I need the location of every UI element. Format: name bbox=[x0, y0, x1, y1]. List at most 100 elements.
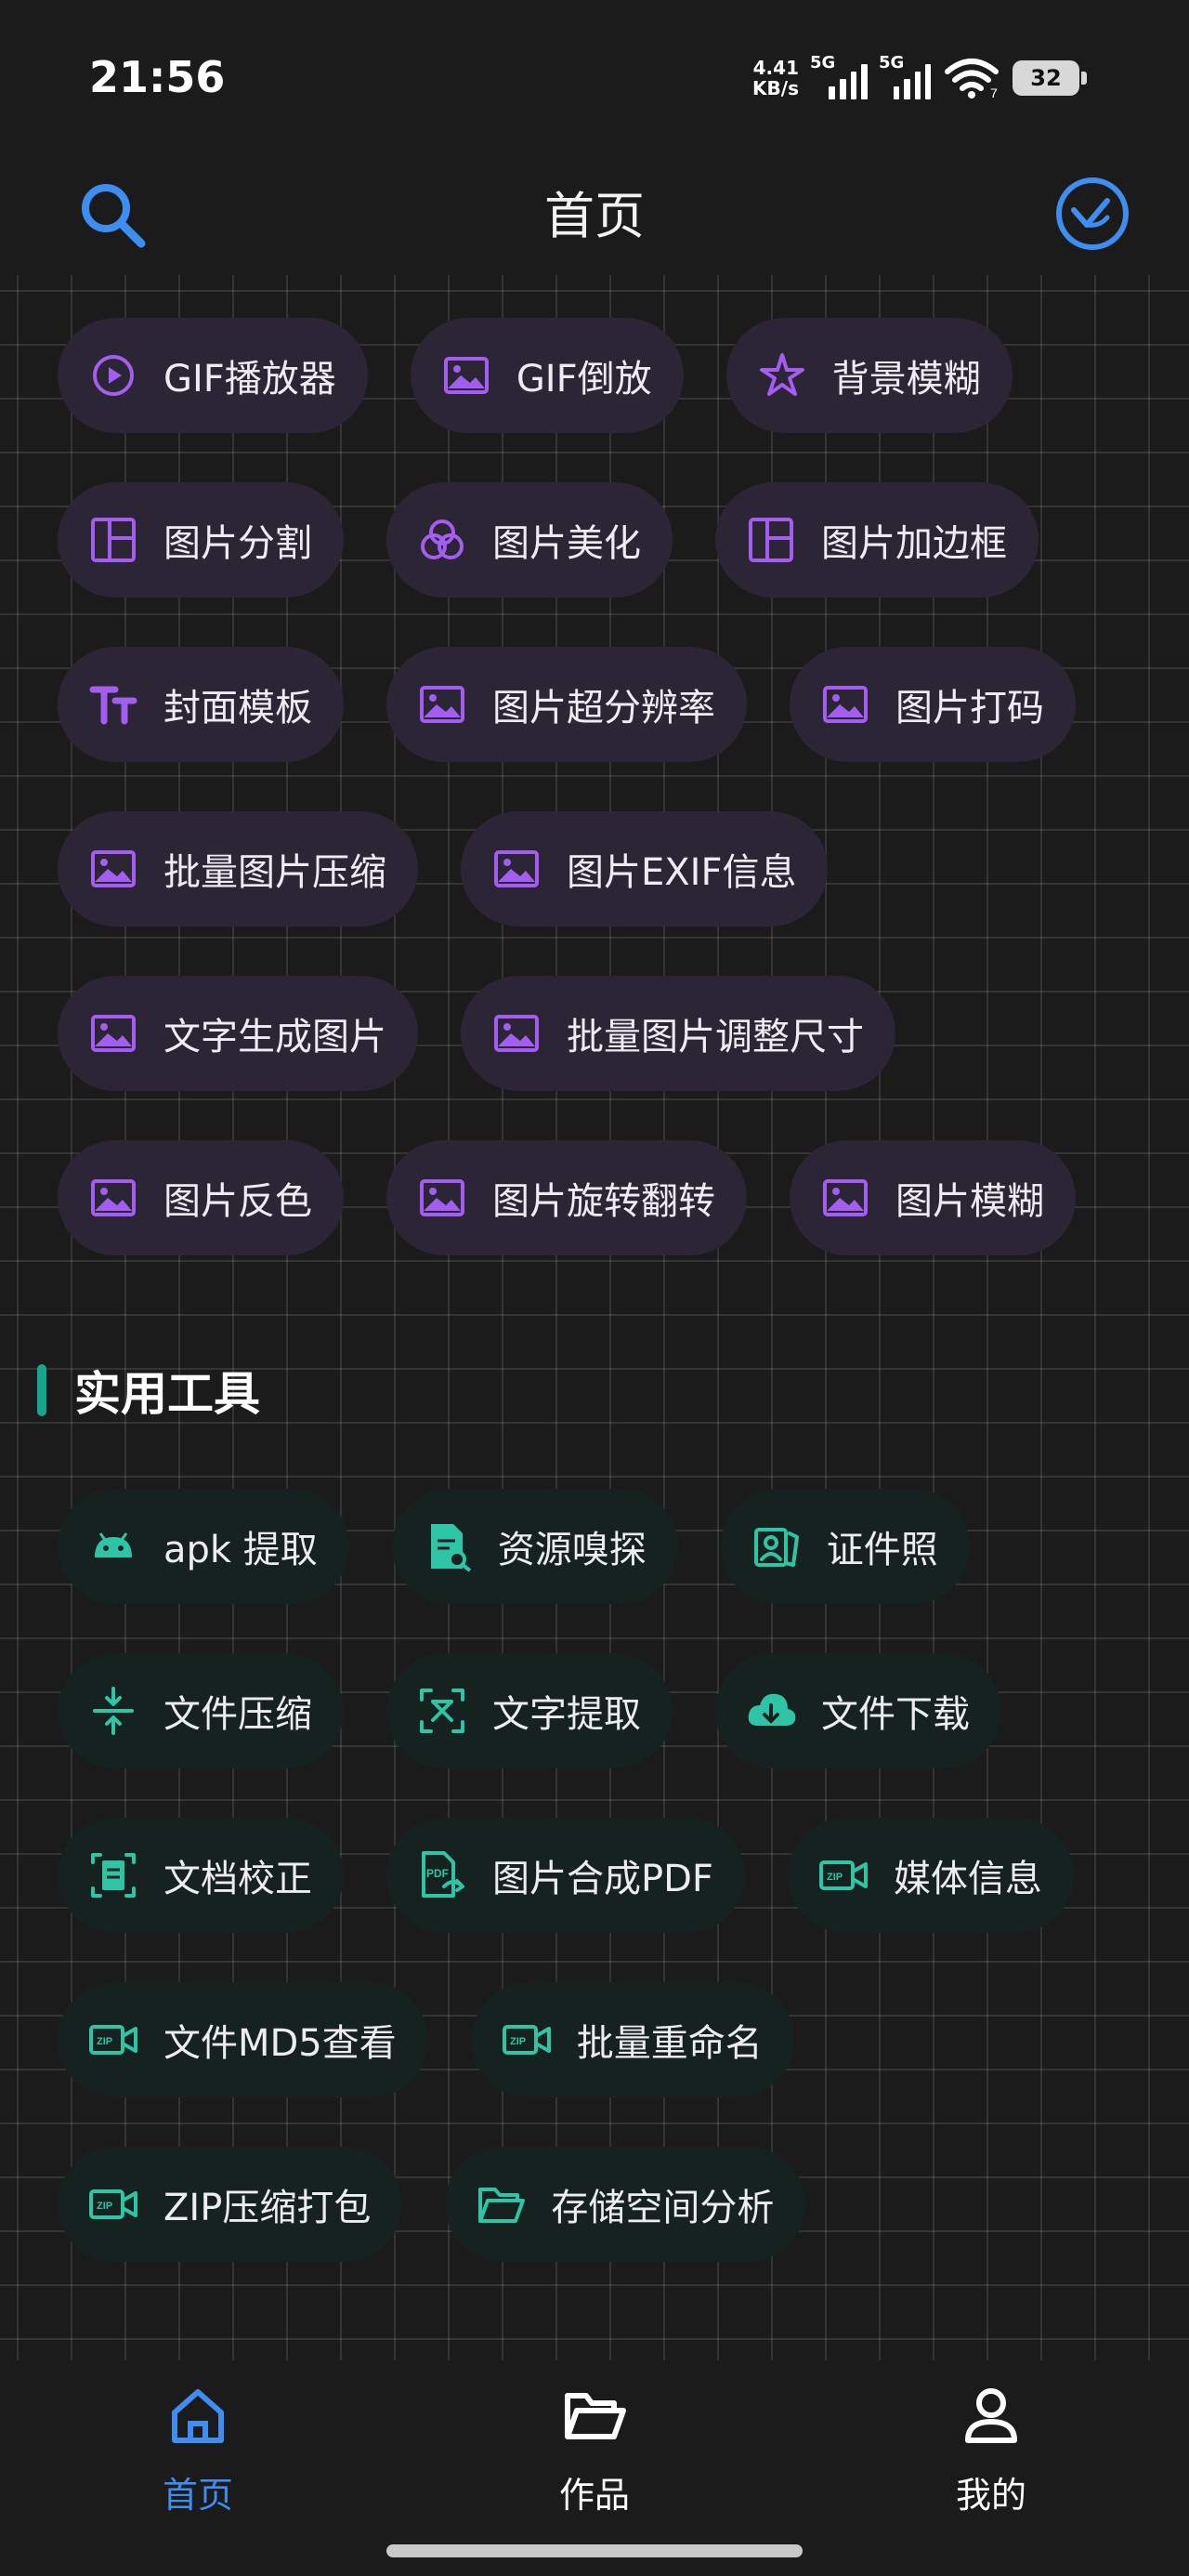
network-speed: 4.41 KB/s bbox=[752, 57, 799, 99]
utility-tool-row: 文档校正 PDF 图片合成PDF ZIP 媒体信息 bbox=[58, 1818, 1074, 1935]
utility-tool-chip[interactable]: 文件压缩 bbox=[58, 1653, 344, 1768]
svg-text:ZIP: ZIP bbox=[97, 2036, 112, 2047]
vip-badge-icon[interactable] bbox=[1052, 173, 1133, 255]
utility-tool-chip[interactable]: 存储空间分析 bbox=[445, 2147, 806, 2262]
image-tool-chip[interactable]: GIF倒放 bbox=[410, 318, 684, 433]
utility-tool-chip[interactable]: ZIP 媒体信息 bbox=[787, 1818, 1074, 1933]
chip-label: 背景模糊 bbox=[831, 358, 981, 401]
chip-label: 文档校正 bbox=[163, 1858, 312, 1900]
app-header: 首页 bbox=[0, 139, 1189, 275]
svg-text:ZIP: ZIP bbox=[97, 2201, 112, 2212]
text-icon bbox=[87, 678, 139, 730]
image-tool-chip[interactable]: 图片EXIF信息 bbox=[461, 811, 829, 927]
video-zip-icon: ZIP bbox=[501, 2014, 553, 2066]
chip-label: 图片美化 bbox=[492, 522, 641, 565]
image-tools-list: GIF播放器 GIF倒放 背景模糊 图片分割 图片美化 图片加边框 封面模板 图片超分辨率 图片… bbox=[58, 318, 1076, 1305]
chip-label: 图片分割 bbox=[163, 522, 312, 565]
image-tool-row: 文字生成图片 批量图片调整尺寸 bbox=[58, 976, 1076, 1093]
chip-label: 文件MD5查看 bbox=[163, 2022, 397, 2065]
image-tool-chip[interactable]: 图片旋转翻转 bbox=[386, 1140, 747, 1255]
signal-sim1-icon: 5G bbox=[810, 53, 868, 99]
image-icon bbox=[490, 843, 542, 895]
image-tool-chip[interactable]: 图片分割 bbox=[58, 482, 344, 598]
chip-label: 证件照 bbox=[826, 1529, 938, 1571]
svg-text:ZIP: ZIP bbox=[510, 2036, 526, 2047]
text-scan-icon bbox=[416, 1685, 468, 1737]
status-bar: 21:56 4.41 KB/s 5G 5G 7 32 bbox=[0, 0, 1189, 139]
utility-tool-chip[interactable]: ZIP 批量重命名 bbox=[470, 1982, 794, 2097]
image-tool-chip[interactable]: 封面模板 bbox=[58, 647, 344, 762]
utility-tool-chip[interactable]: 资源嗅探 bbox=[391, 1489, 678, 1604]
chip-label: 批量重命名 bbox=[576, 2022, 763, 2065]
utility-tool-chip[interactable]: 文档校正 bbox=[58, 1818, 344, 1933]
chip-label: 存储空间分析 bbox=[551, 2187, 775, 2229]
image-icon bbox=[416, 678, 468, 730]
image-tool-chip[interactable]: 图片加边框 bbox=[715, 482, 1039, 598]
id-photo-icon bbox=[751, 1520, 803, 1572]
utility-tool-chip[interactable]: ZIP ZIP压缩打包 bbox=[58, 2147, 403, 2262]
chip-label: GIF倒放 bbox=[516, 358, 652, 401]
image-tool-chip[interactable]: 图片打码 bbox=[790, 647, 1076, 762]
user-icon bbox=[965, 2388, 1017, 2443]
chip-label: 图片合成PDF bbox=[492, 1858, 713, 1900]
svg-text:PDF: PDF bbox=[426, 1867, 449, 1880]
home-indicator bbox=[386, 2544, 803, 2557]
image-tool-row: 批量图片压缩 图片EXIF信息 bbox=[58, 811, 1076, 928]
image-tool-chip[interactable]: 图片超分辨率 bbox=[386, 647, 747, 762]
split-icon bbox=[87, 514, 139, 566]
utility-tool-row: ZIP 文件MD5查看 ZIP 批量重命名 bbox=[58, 1982, 1074, 2099]
utility-tool-row: apk 提取 资源嗅探 证件照 bbox=[58, 1489, 1074, 1606]
chip-label: 图片旋转翻转 bbox=[492, 1180, 715, 1223]
cloud-download-icon bbox=[745, 1685, 797, 1737]
page-title: 首页 bbox=[544, 187, 645, 245]
chip-label: 图片EXIF信息 bbox=[567, 851, 797, 894]
utility-tool-chip[interactable]: ZIP 文件MD5查看 bbox=[58, 1982, 428, 2097]
image-tool-chip[interactable]: 图片模糊 bbox=[790, 1140, 1076, 1255]
image-icon bbox=[490, 1007, 542, 1059]
chip-label: 封面模板 bbox=[163, 687, 312, 729]
image-tool-chip[interactable]: GIF播放器 bbox=[58, 318, 368, 433]
status-icons: 4.41 KB/s 5G 5G 7 32 bbox=[752, 52, 1087, 104]
utility-tools-list: apk 提取 资源嗅探 证件照文件压缩 文字提取 文件下载文档校正 PDF 图片合成PDF Z… bbox=[58, 1489, 1074, 2311]
image-tool-chip[interactable]: 背景模糊 bbox=[725, 318, 1013, 433]
svg-text:ZIP: ZIP bbox=[827, 1872, 843, 1883]
video-zip-icon: ZIP bbox=[87, 2178, 139, 2230]
chip-label: 图片加边框 bbox=[821, 522, 1007, 565]
chip-label: 图片模糊 bbox=[895, 1180, 1044, 1223]
image-tool-chip[interactable]: 文字生成图片 bbox=[58, 976, 418, 1091]
image-icon bbox=[440, 349, 492, 401]
chip-label: 媒体信息 bbox=[893, 1858, 1042, 1900]
sparkle-icon bbox=[756, 349, 808, 401]
chip-label: 文件下载 bbox=[821, 1693, 970, 1736]
nav-item-works[interactable]: 作品 bbox=[483, 2383, 706, 2517]
image-tool-row: 图片反色 图片旋转翻转 图片模糊 bbox=[58, 1140, 1076, 1257]
image-tool-chip[interactable]: 批量图片压缩 bbox=[58, 811, 418, 927]
utility-tool-chip[interactable]: 文字提取 bbox=[386, 1653, 673, 1768]
utility-tool-row: 文件压缩 文字提取 文件下载 bbox=[58, 1653, 1074, 1770]
section-title: 实用工具 bbox=[74, 1367, 260, 1421]
section-accent-bar bbox=[37, 1364, 46, 1416]
utility-tool-chip[interactable]: 文件下载 bbox=[715, 1653, 1001, 1768]
video-zip-icon: ZIP bbox=[817, 1849, 869, 1901]
folder-icon bbox=[475, 2178, 527, 2230]
image-tool-chip[interactable]: 图片反色 bbox=[58, 1140, 344, 1255]
chip-label: 文件压缩 bbox=[163, 1693, 312, 1736]
android-icon bbox=[87, 1520, 139, 1572]
utility-tool-chip[interactable]: apk 提取 bbox=[58, 1489, 349, 1604]
wifi-icon: 7 bbox=[945, 59, 999, 99]
video-zip-icon: ZIP bbox=[87, 2014, 139, 2066]
image-tool-chip[interactable]: 批量图片调整尺寸 bbox=[461, 976, 895, 1091]
chip-label: 图片反色 bbox=[163, 1180, 312, 1223]
compress-icon bbox=[87, 1685, 139, 1737]
signal-sim2-icon: 5G bbox=[879, 53, 931, 99]
status-time: 21:56 bbox=[89, 52, 226, 102]
image-tool-row: 图片分割 图片美化 图片加边框 bbox=[58, 482, 1076, 599]
nav-item-home[interactable]: 首页 bbox=[86, 2383, 309, 2517]
utility-tool-chip[interactable]: 证件照 bbox=[720, 1489, 970, 1604]
nav-item-profile[interactable]: 我的 bbox=[880, 2383, 1103, 2517]
split-icon bbox=[745, 514, 797, 566]
utility-tool-chip[interactable]: PDF 图片合成PDF bbox=[386, 1818, 745, 1933]
chip-label: 文字生成图片 bbox=[163, 1016, 386, 1058]
image-tool-chip[interactable]: 图片美化 bbox=[386, 482, 673, 598]
chip-label: 图片超分辨率 bbox=[492, 687, 715, 729]
